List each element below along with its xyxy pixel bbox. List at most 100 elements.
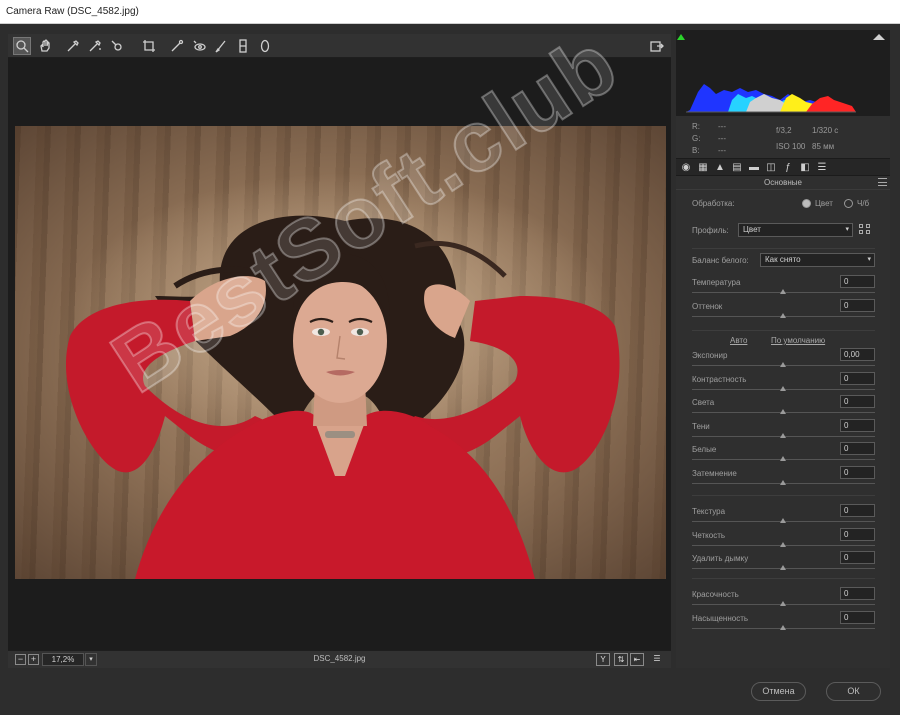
slider-value-field[interactable]: 0	[840, 371, 875, 385]
ok-button[interactable]: ОК	[826, 682, 881, 701]
color-sampler-icon[interactable]	[86, 37, 104, 55]
slider-value-field[interactable]: 0	[840, 275, 875, 288]
slider-label: Света	[692, 398, 715, 407]
r-value: ---	[718, 122, 726, 131]
slider-label: Температура	[692, 278, 741, 287]
tone-curve-tab-icon[interactable]: ▦	[697, 162, 709, 174]
slider-value-field[interactable]: 0,00	[840, 348, 875, 361]
slider-label: Экспонир	[692, 351, 728, 360]
red-eye-icon[interactable]	[190, 37, 208, 55]
swap-settings-button[interactable]: ⇤	[630, 653, 644, 666]
before-after-toggle-button[interactable]: Y	[596, 653, 610, 666]
aperture-value: f/3,2	[776, 126, 792, 135]
slider-thumb[interactable]	[780, 601, 786, 606]
spot-removal-icon[interactable]	[168, 37, 186, 55]
histogram	[676, 30, 890, 116]
slider-value-field[interactable]: 0	[840, 527, 875, 541]
panel-menu-icon[interactable]	[878, 178, 887, 186]
detail-tab-icon[interactable]: ▲	[714, 162, 726, 174]
slider-label: Насыщенность	[692, 613, 749, 623]
wb-label: Баланс белого:	[692, 256, 749, 265]
slider-sliders_top-0: Температура 0	[676, 275, 890, 301]
auto-link[interactable]: Авто	[730, 336, 747, 345]
slider-value-field[interactable]: 0	[840, 587, 875, 600]
treatment-color-label: Цвет	[815, 199, 833, 208]
highlight-clipping-warning-icon	[873, 34, 885, 40]
slider-label: Тени	[692, 421, 710, 431]
panel-tabs: ◉ ▦ ▲ ▤ ▬ ◫ ƒ ◧ ☰	[676, 158, 890, 176]
g-value: ---	[718, 134, 726, 143]
target-adjustment-icon[interactable]	[108, 37, 126, 55]
slider-sliders_color-1: Насыщенность 0	[676, 610, 890, 637]
calibration-tab-icon[interactable]: ◧	[799, 162, 811, 174]
effects-tab-icon[interactable]: ƒ	[782, 162, 794, 174]
slider-sliders_tone-5: Затемнение 0	[676, 465, 890, 492]
profile-browser-icon[interactable]	[859, 224, 873, 236]
slider-value-field[interactable]: 0	[840, 299, 875, 312]
slider-value-field[interactable]: 0	[840, 395, 875, 408]
white-balance-select[interactable]: Как снято ▾	[760, 253, 875, 267]
split-toning-tab-icon[interactable]: ▬	[748, 162, 760, 174]
cancel-button[interactable]: Отмена	[751, 682, 806, 701]
preview-settings-icon[interactable]: ☰	[650, 653, 664, 666]
status-bar: − + 17,2% ▾ DSC_4582.jpg Y ⇅ ⇤ ☰	[8, 650, 671, 668]
treatment-color-radio[interactable]	[802, 199, 811, 208]
graduated-filter-icon[interactable]	[234, 37, 252, 55]
slider-thumb[interactable]	[780, 409, 786, 414]
presets-tab-icon[interactable]: ☰	[816, 162, 828, 174]
treatment-bw-radio[interactable]	[844, 199, 853, 208]
slider-value-field[interactable]: 0	[840, 551, 875, 564]
radial-filter-icon[interactable]	[256, 37, 274, 55]
slider-thumb[interactable]	[780, 565, 786, 570]
treatment-bw-label: Ч/б	[857, 199, 870, 208]
profile-label: Профиль:	[692, 226, 729, 235]
slider-label: Текстура	[692, 507, 726, 516]
slider-label: Красочность	[692, 590, 739, 599]
section-title: Основные	[676, 178, 890, 190]
slider-thumb[interactable]	[780, 313, 786, 318]
file-name: DSC_4582.jpg	[313, 654, 366, 663]
treatment-label: Обработка:	[692, 199, 735, 208]
open-preferences-icon[interactable]	[648, 37, 666, 55]
slider-label: Удалить дымку	[692, 554, 749, 563]
slider-label: Контрастность	[692, 374, 747, 384]
crop-icon[interactable]	[140, 37, 158, 55]
r-label: R:	[692, 122, 700, 131]
slider-label: Четкость	[692, 530, 726, 540]
b-label: B:	[692, 146, 700, 155]
slider-label: Затемнение	[692, 468, 737, 478]
slider-thumb[interactable]	[780, 479, 786, 485]
compare-views-button[interactable]: ⇅	[614, 653, 628, 666]
slider-sliders_presence-2: Удалить дымку 0	[676, 551, 890, 577]
basic-tab-icon[interactable]: ◉	[680, 162, 692, 174]
g-label: G:	[692, 134, 701, 143]
slider-value-field[interactable]: 0	[840, 610, 875, 624]
slider-thumb[interactable]	[780, 432, 786, 438]
slider-thumb[interactable]	[780, 385, 786, 391]
b-value: ---	[718, 146, 726, 155]
slider-thumb[interactable]	[780, 362, 786, 367]
slider-thumb[interactable]	[780, 456, 786, 461]
shadow-clipping-warning-icon	[677, 34, 685, 40]
focal-length-value: 85 мм	[812, 142, 835, 151]
profile-select[interactable]: Цвет ▾	[738, 223, 853, 237]
slider-thumb[interactable]	[780, 624, 786, 630]
adjustments-panel: R: --- G: --- B: --- f/3,2 1/320 с ISO 1…	[676, 30, 890, 668]
hand-icon[interactable]	[36, 37, 54, 55]
lens-corrections-tab-icon[interactable]: ◫	[765, 162, 777, 174]
slider-sliders_top-1: Оттенок 0	[676, 299, 890, 325]
default-link[interactable]: По умолчанию	[771, 336, 825, 345]
slider-value-field[interactable]: 0	[840, 504, 875, 517]
slider-thumb[interactable]	[780, 289, 786, 294]
iso-value: ISO 100	[776, 142, 806, 151]
zoom-icon[interactable]	[13, 37, 31, 55]
slider-value-field[interactable]: 0	[840, 442, 875, 455]
slider-label: Оттенок	[692, 302, 723, 311]
slider-value-field[interactable]: 0	[840, 465, 875, 479]
hsl-tab-icon[interactable]: ▤	[731, 162, 743, 174]
brush-icon[interactable]	[212, 37, 230, 55]
slider-thumb[interactable]	[780, 541, 786, 547]
slider-value-field[interactable]: 0	[840, 418, 875, 432]
white-balance-icon[interactable]	[64, 37, 82, 55]
slider-thumb[interactable]	[780, 518, 786, 523]
